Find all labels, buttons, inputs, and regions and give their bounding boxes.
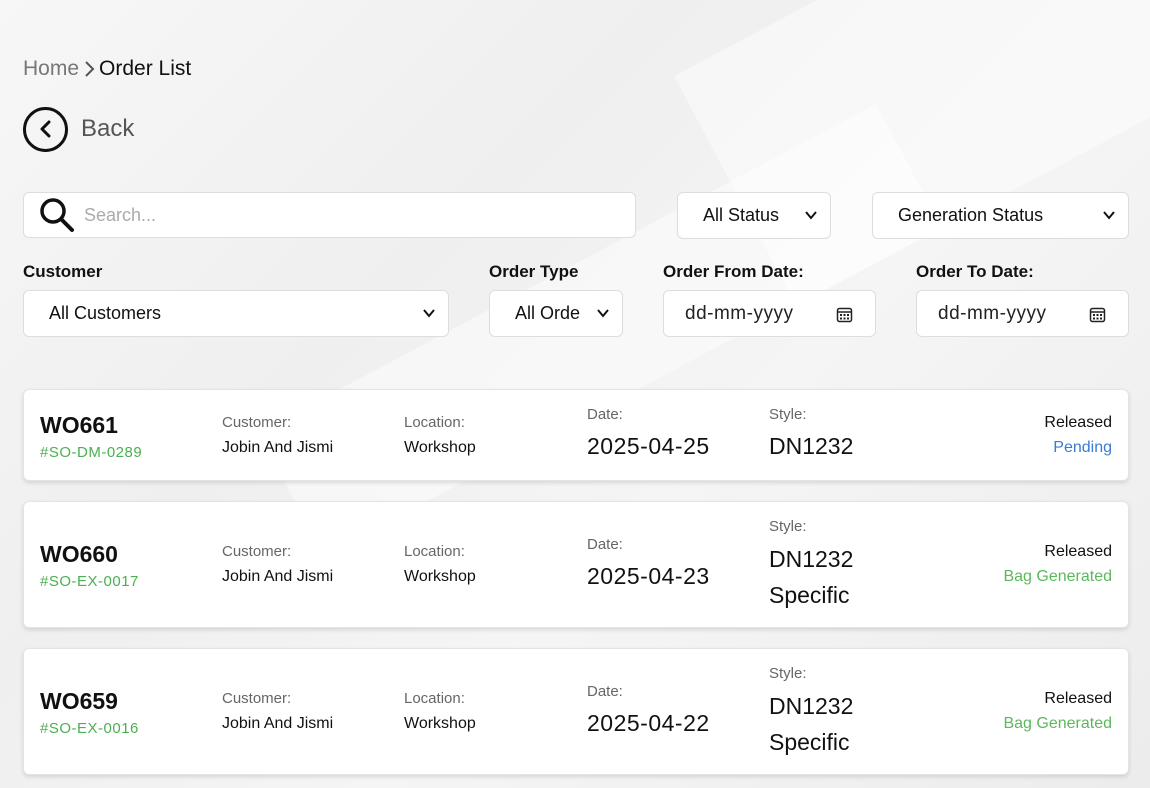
breadcrumb-home-link[interactable]: Home xyxy=(23,57,79,81)
generation-status-select-value: Generation Status xyxy=(898,205,1044,225)
location-value: Workshop xyxy=(404,568,476,585)
customer-value: Jobin And Jismi xyxy=(222,568,334,585)
breadcrumb: Home Order List xyxy=(23,56,191,82)
location-label: Location: xyxy=(404,543,465,560)
generation-status: Bag Generated xyxy=(1003,715,1112,732)
release-status: Released xyxy=(1044,690,1112,707)
customer-value: Jobin And Jismi xyxy=(222,715,334,732)
style-label: Style: xyxy=(769,665,807,682)
release-status: Released xyxy=(1044,414,1112,431)
to-date-value: dd-mm-yyyy xyxy=(938,302,1047,324)
date-value: 2025-04-22 xyxy=(587,710,710,736)
chevron-down-icon xyxy=(597,309,609,318)
customer-select-value: All Customers xyxy=(49,303,162,323)
breadcrumb-current: Order List xyxy=(99,57,192,80)
work-order-number: WO660 xyxy=(40,541,118,567)
order-type-select[interactable]: All Orde xyxy=(489,290,623,337)
date-label: Date: xyxy=(587,536,623,553)
chevron-down-icon xyxy=(805,211,817,220)
order-type-select-value: All Orde xyxy=(515,303,581,323)
style-value: DN1232 Specific xyxy=(769,541,853,613)
chevron-left-icon xyxy=(23,106,68,152)
search-box[interactable] xyxy=(23,192,636,238)
to-date-input[interactable]: dd-mm-yyyy xyxy=(916,290,1129,337)
search-icon xyxy=(38,196,76,234)
style-label: Style: xyxy=(769,406,807,423)
sales-order-number[interactable]: #SO-DM-0289 xyxy=(40,444,142,461)
customer-label: Customer: xyxy=(222,690,292,707)
chevron-right-icon xyxy=(80,60,98,78)
location-label: Location: xyxy=(404,690,465,707)
date-label: Date: xyxy=(587,406,623,423)
release-status: Released xyxy=(1044,543,1112,560)
style-value: DN1232 xyxy=(769,428,853,464)
date-value: 2025-04-23 xyxy=(587,563,710,589)
sales-order-number[interactable]: #SO-EX-0017 xyxy=(40,573,139,590)
search-input[interactable] xyxy=(84,204,604,226)
style-value: DN1232 Specific xyxy=(769,688,853,760)
chevron-down-icon xyxy=(1103,211,1115,220)
location-label: Location: xyxy=(404,414,465,431)
order-type-filter-label: Order Type xyxy=(489,262,579,281)
style-line: DN1232 xyxy=(769,693,854,719)
generation-status: Bag Generated xyxy=(1003,568,1112,585)
from-date-input[interactable]: dd-mm-yyyy xyxy=(663,290,876,337)
style-line: Specific xyxy=(769,729,850,755)
from-date-filter-label: Order From Date: xyxy=(663,262,804,281)
chevron-down-icon xyxy=(423,309,435,318)
from-date-value: dd-mm-yyyy xyxy=(685,302,794,324)
work-order-number: WO661 xyxy=(40,412,118,438)
style-line: DN1232 xyxy=(769,433,854,459)
date-value: 2025-04-25 xyxy=(587,433,710,459)
style-label: Style: xyxy=(769,518,807,535)
customer-select[interactable]: All Customers xyxy=(23,290,449,337)
order-card[interactable]: WO661 #SO-DM-0289 Customer: Jobin And Ji… xyxy=(23,389,1129,481)
style-line: Specific xyxy=(769,582,850,608)
customer-label: Customer: xyxy=(222,543,292,560)
order-card[interactable]: WO660 #SO-EX-0017 Customer: Jobin And Ji… xyxy=(23,501,1129,628)
generation-status-select[interactable]: Generation Status xyxy=(872,192,1129,239)
style-line: DN1232 xyxy=(769,546,854,572)
sales-order-number[interactable]: #SO-EX-0016 xyxy=(40,720,139,737)
customer-filter-label: Customer xyxy=(23,262,103,281)
work-order-number: WO659 xyxy=(40,688,118,714)
generation-status: Pending xyxy=(1053,439,1112,456)
background-shape xyxy=(674,0,1150,306)
order-card[interactable]: WO659 #SO-EX-0016 Customer: Jobin And Ji… xyxy=(23,648,1129,775)
customer-label: Customer: xyxy=(222,414,292,431)
location-value: Workshop xyxy=(404,715,476,732)
calendar-icon[interactable] xyxy=(1089,306,1106,323)
back-button[interactable]: Back xyxy=(23,106,134,152)
to-date-filter-label: Order To Date: xyxy=(916,262,1034,281)
date-label: Date: xyxy=(587,683,623,700)
back-label: Back xyxy=(81,115,135,142)
location-value: Workshop xyxy=(404,439,476,456)
status-select[interactable]: All Status xyxy=(677,192,831,239)
customer-value: Jobin And Jismi xyxy=(222,439,334,456)
status-select-value: All Status xyxy=(703,205,780,225)
calendar-icon[interactable] xyxy=(836,306,853,323)
